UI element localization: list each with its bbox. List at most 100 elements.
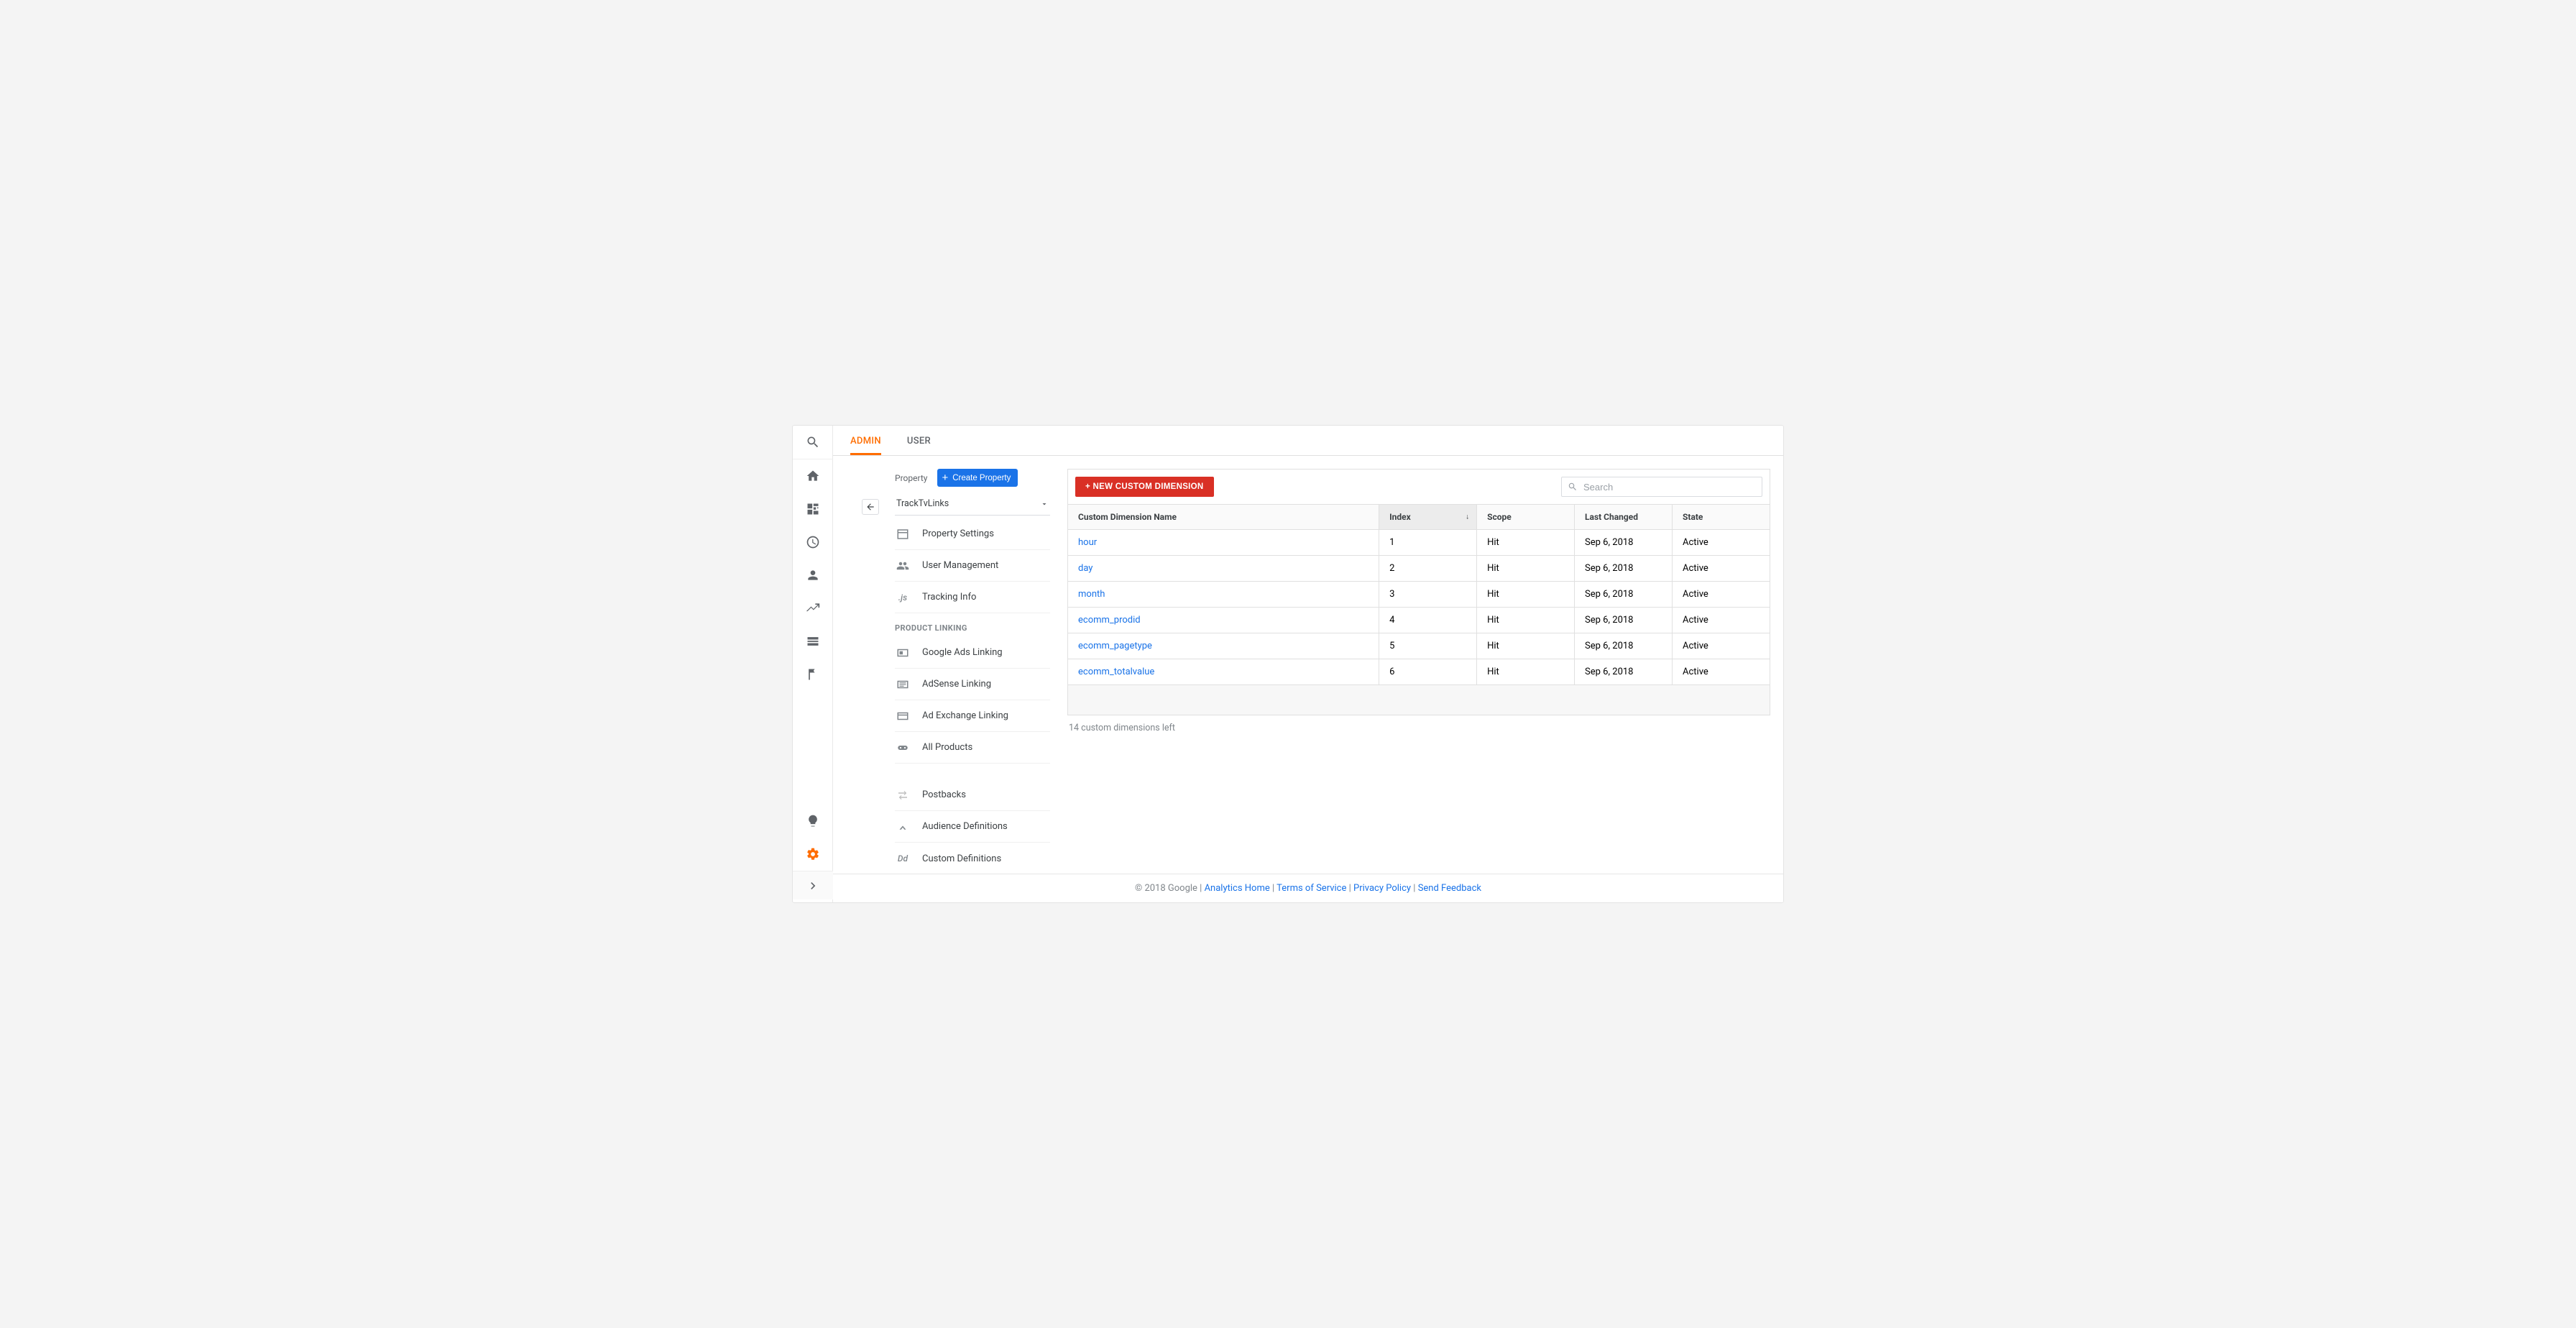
js-icon: .js xyxy=(895,590,911,605)
cell-last-changed: Sep 6, 2018 xyxy=(1575,530,1673,556)
postbacks-icon xyxy=(895,787,911,803)
cell-last-changed: Sep 6, 2018 xyxy=(1575,633,1673,659)
sort-down-icon: ↓ xyxy=(1466,513,1469,521)
cell-state: Active xyxy=(1673,582,1770,608)
home-icon[interactable] xyxy=(793,459,833,493)
table-row: ecomm_pagetype5HitSep 6, 2018Active xyxy=(1068,633,1770,659)
sidebar-item-tracking-info[interactable]: .js Tracking Info xyxy=(895,582,1050,613)
sidebar-item-all-products[interactable]: All Products xyxy=(895,732,1050,764)
col-header-index-label: Index xyxy=(1389,512,1411,522)
cell-scope: Hit xyxy=(1477,530,1575,556)
dimension-name-link[interactable]: hour xyxy=(1068,530,1379,556)
col-header-last-changed[interactable]: Last Changed xyxy=(1575,505,1673,530)
sidebar-item-label: Audience Definitions xyxy=(922,821,1008,832)
sidebar-item-custom-definitions[interactable]: Dd Custom Definitions xyxy=(895,843,1050,874)
cell-last-changed: Sep 6, 2018 xyxy=(1575,582,1673,608)
customization-icon[interactable] xyxy=(793,493,833,526)
cell-state: Active xyxy=(1673,608,1770,633)
footer-copyright: © 2018 Google xyxy=(1135,883,1197,894)
sidebar-item-label: Postbacks xyxy=(922,789,966,800)
search-input[interactable] xyxy=(1583,482,1756,493)
col-header-index[interactable]: Index ↓ xyxy=(1379,505,1477,530)
remaining-count: 14 custom dimensions left xyxy=(1069,723,1770,733)
tab-admin[interactable]: ADMIN xyxy=(850,426,881,455)
sidebar-item-label: Google Ads Linking xyxy=(922,647,1003,658)
nav-rail xyxy=(793,426,833,902)
property-label: Property xyxy=(895,473,927,483)
footer-link-privacy[interactable]: Privacy Policy xyxy=(1353,883,1411,894)
cell-last-changed: Sep 6, 2018 xyxy=(1575,659,1673,685)
cell-scope: Hit xyxy=(1477,659,1575,685)
cell-state: Active xyxy=(1673,530,1770,556)
sidebar-item-label: All Products xyxy=(922,742,972,753)
realtime-icon[interactable] xyxy=(793,526,833,559)
sidebar-item-google-ads-linking[interactable]: Google Ads Linking xyxy=(895,637,1050,669)
tab-user[interactable]: USER xyxy=(907,426,931,455)
acquisition-icon[interactable] xyxy=(793,592,833,625)
search-icon xyxy=(1568,482,1578,492)
new-custom-dimension-button[interactable]: + NEW CUSTOM DIMENSION xyxy=(1075,477,1214,497)
expand-rail-button[interactable] xyxy=(793,871,833,899)
cell-index: 6 xyxy=(1379,659,1477,685)
create-property-button[interactable]: + Create Property xyxy=(937,469,1018,487)
cell-scope: Hit xyxy=(1477,608,1575,633)
conversions-icon[interactable] xyxy=(793,658,833,691)
footer-link-tos[interactable]: Terms of Service xyxy=(1276,883,1346,894)
cell-index: 3 xyxy=(1379,582,1477,608)
sidebar-item-user-management[interactable]: User Management xyxy=(895,550,1050,582)
dimension-name-link[interactable]: day xyxy=(1068,556,1379,582)
dimension-name-link[interactable]: ecomm_totalvalue xyxy=(1068,659,1379,685)
cell-state: Active xyxy=(1673,633,1770,659)
property-sidebar: Property + Create Property TrackTvLinks xyxy=(833,456,1063,874)
footer-link-feedback[interactable]: Send Feedback xyxy=(1418,883,1481,894)
property-picker-value: TrackTvLinks xyxy=(896,498,949,509)
cell-index: 2 xyxy=(1379,556,1477,582)
search-icon[interactable] xyxy=(793,426,833,459)
dimension-name-link[interactable]: ecomm_pagetype xyxy=(1068,633,1379,659)
cell-state: Active xyxy=(1673,659,1770,685)
sidebar-item-property-settings[interactable]: Property Settings xyxy=(895,518,1050,550)
dimension-name-link[interactable]: ecomm_prodid xyxy=(1068,608,1379,633)
cell-scope: Hit xyxy=(1477,633,1575,659)
table-footer-strip xyxy=(1067,685,1770,715)
table-row: hour1HitSep 6, 2018Active xyxy=(1068,530,1770,556)
footer-link-analytics-home[interactable]: Analytics Home xyxy=(1205,883,1270,894)
search-box[interactable] xyxy=(1561,477,1762,497)
table-row: day2HitSep 6, 2018Active xyxy=(1068,556,1770,582)
exchange-icon xyxy=(895,708,911,724)
page-footer: © 2018 Google | Analytics Home | Terms o… xyxy=(833,874,1783,902)
table-row: month3HitSep 6, 2018Active xyxy=(1068,582,1770,608)
sidebar-item-audience-definitions[interactable]: Audience Definitions xyxy=(895,811,1050,843)
sidebar-item-label: AdSense Linking xyxy=(922,679,991,690)
nav-rail-top xyxy=(793,426,833,805)
ads-icon xyxy=(895,645,911,661)
sidebar-item-ad-exchange-linking[interactable]: Ad Exchange Linking xyxy=(895,700,1050,732)
audience-icon[interactable] xyxy=(793,559,833,592)
dimension-name-link[interactable]: month xyxy=(1068,582,1379,608)
table-row: ecomm_prodid4HitSep 6, 2018Active xyxy=(1068,608,1770,633)
sidebar-item-label: Property Settings xyxy=(922,528,994,539)
sidebar-item-adsense-linking[interactable]: AdSense Linking xyxy=(895,669,1050,700)
sidebar-item-label: Custom Definitions xyxy=(922,853,1001,864)
col-header-state[interactable]: State xyxy=(1673,505,1770,530)
col-header-scope[interactable]: Scope xyxy=(1477,505,1575,530)
admin-gear-icon[interactable] xyxy=(793,838,833,871)
settings-box-icon xyxy=(895,526,911,542)
behavior-icon[interactable] xyxy=(793,625,833,658)
panel-toolbar: + NEW CUSTOM DIMENSION xyxy=(1067,469,1770,504)
discover-icon[interactable] xyxy=(793,805,833,838)
back-button[interactable] xyxy=(862,499,879,515)
top-tabs: ADMIN USER xyxy=(833,426,1783,456)
app-window: ADMIN USER Property + Create Property xyxy=(792,425,1784,903)
property-picker[interactable]: TrackTvLinks xyxy=(895,494,1050,516)
sidebar-item-postbacks[interactable]: Postbacks xyxy=(895,779,1050,811)
cell-scope: Hit xyxy=(1477,582,1575,608)
branch-icon xyxy=(895,819,911,835)
plus-icon: + xyxy=(942,472,948,483)
cell-index: 5 xyxy=(1379,633,1477,659)
col-header-name[interactable]: Custom Dimension Name xyxy=(1068,505,1379,530)
cell-state: Active xyxy=(1673,556,1770,582)
chevron-down-icon xyxy=(1040,500,1049,508)
cell-last-changed: Sep 6, 2018 xyxy=(1575,608,1673,633)
cell-index: 1 xyxy=(1379,530,1477,556)
